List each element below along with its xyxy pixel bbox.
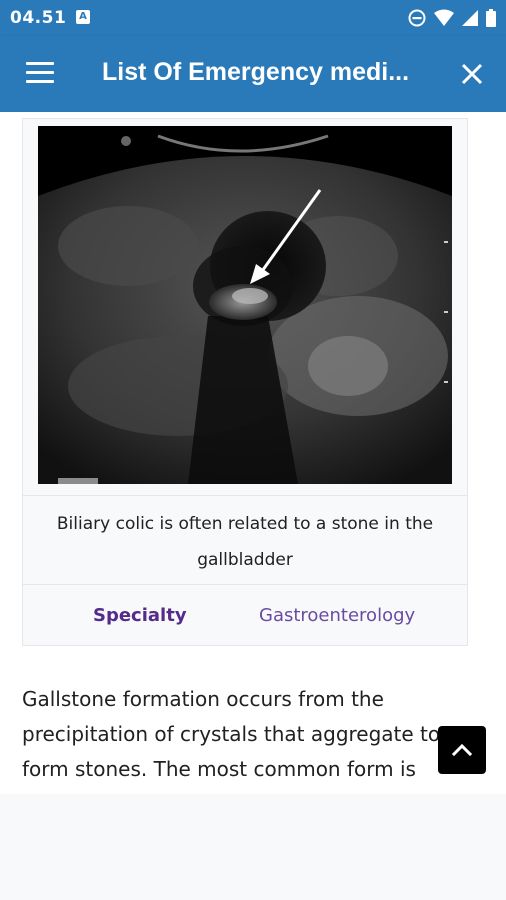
infobox-row-specialty: Specialty Gastroenterology [23,587,467,643]
signal-icon [462,10,478,26]
battery-icon [486,9,496,27]
specialty-label: Specialty [93,605,187,626]
scroll-to-top-button[interactable] [438,726,486,774]
specialty-link[interactable]: Gastroenterology [259,605,415,626]
article-paragraph: Gallstone formation occurs from the prec… [22,687,441,781]
close-icon[interactable] [458,60,486,88]
image-caption: Biliary colic is often related to a ston… [23,495,467,585]
hamburger-menu-icon[interactable] [26,62,54,86]
infobox: Biliary colic is often related to a ston… [22,118,468,646]
app-bar: List Of Emergency medi... [0,36,506,112]
caption-text: Biliary colic is often related to a ston… [56,514,434,570]
article-content[interactable]: Biliary colic is often related to a ston… [0,112,506,794]
status-time: 04.51 [10,8,67,28]
notification-icon: A [76,10,90,24]
ultrasound-image[interactable] [38,126,452,484]
status-bar: 04.51 A [0,0,506,36]
ultrasound-graphic [38,126,452,484]
bottom-area [0,794,506,900]
chevron-up-icon [451,743,473,757]
wifi-icon [434,9,454,26]
do-not-disturb-icon [408,9,426,27]
page-title: List Of Emergency medi... [102,58,410,86]
status-icons [408,8,496,28]
